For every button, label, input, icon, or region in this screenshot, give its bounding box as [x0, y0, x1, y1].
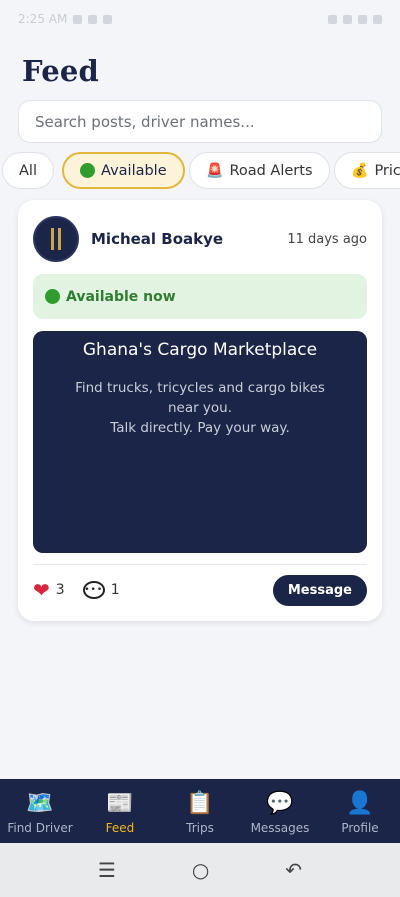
comment-button[interactable]: ••• 1: [82, 581, 120, 599]
green-circle-icon: [80, 163, 95, 178]
back-icon[interactable]: ↶: [285, 858, 302, 882]
bottom-nav: 🗺️ Find Driver 📰 Feed 📋 Trips 💬 Messages…: [0, 779, 400, 843]
status-bar: 2:25 AM: [0, 0, 400, 38]
nav-find-driver[interactable]: 🗺️ Find Driver: [0, 787, 80, 835]
wifi-icon: [343, 14, 352, 24]
speech-bubble-icon: 💬: [266, 791, 294, 816]
nav-feed[interactable]: 📰 Feed: [80, 787, 160, 835]
newspaper-icon: 📰: [106, 791, 134, 816]
logo-mark: [58, 228, 61, 250]
system-navigation-bar: ☰ ○ ↶: [0, 843, 400, 897]
nav-label: Profile: [341, 821, 379, 835]
media-title: Ghana's Cargo Marketplace: [82, 340, 318, 360]
clipboard-icon: 📋: [186, 791, 214, 816]
siren-icon: 🚨: [206, 162, 224, 179]
filter-chip-all[interactable]: All: [2, 152, 54, 189]
heart-icon: ❤: [33, 578, 50, 602]
avatar[interactable]: [33, 216, 79, 262]
chip-label: Road Alerts: [229, 162, 313, 179]
divider: [33, 564, 367, 565]
search-input[interactable]: [35, 112, 365, 131]
nav-label: Messages: [250, 821, 310, 835]
post-author[interactable]: Micheal Boakye: [91, 230, 287, 248]
message-button[interactable]: Message: [272, 574, 367, 606]
signal-icon: [358, 14, 367, 24]
filter-chips: All Available 🚨 Road Alerts 💰 Pric: [2, 152, 400, 190]
availability-banner: Available now: [33, 274, 367, 319]
alarm-icon: [328, 14, 337, 24]
media-body: Find trucks, tricycles and cargo bikes n…: [33, 378, 367, 438]
notification-icon: [103, 14, 113, 24]
green-circle-icon: [45, 289, 60, 304]
recents-icon[interactable]: ☰: [98, 858, 116, 882]
speech-bubble-icon: •••: [82, 581, 105, 599]
chip-label: All: [19, 162, 37, 179]
filter-chip-prices[interactable]: 💰 Pric: [334, 152, 400, 189]
post-media[interactable]: Ghana's Cargo Marketplace Find trucks, t…: [33, 331, 367, 553]
nav-label: Find Driver: [7, 821, 73, 835]
search-bar[interactable]: [18, 100, 382, 143]
page-title: Feed: [22, 54, 99, 88]
filter-chip-available[interactable]: Available: [62, 152, 185, 189]
like-button[interactable]: ❤ 3: [33, 580, 65, 600]
post-card[interactable]: Micheal Boakye 11 days ago Available now…: [18, 200, 382, 621]
nav-label: Feed: [105, 821, 135, 835]
media-line: Find trucks, tricycles and cargo bikes n…: [75, 380, 325, 416]
filter-chip-road-alerts[interactable]: 🚨 Road Alerts: [189, 152, 330, 189]
post-time: 11 days ago: [287, 231, 367, 247]
nav-profile[interactable]: 👤 Profile: [320, 787, 400, 835]
notification-icon: [73, 14, 83, 24]
nav-trips[interactable]: 📋 Trips: [160, 787, 240, 835]
nav-label: Trips: [186, 821, 214, 835]
battery-icon: [373, 14, 382, 24]
availability-text: Available now: [66, 288, 176, 305]
status-time: 2:25 AM: [18, 12, 68, 26]
chip-label: Pric: [374, 162, 400, 179]
map-icon: 🗺️: [26, 791, 54, 816]
user-icon: 👤: [346, 791, 374, 816]
chip-label: Available: [101, 162, 167, 179]
post-actions: ❤ 3 ••• 1 Message: [33, 574, 367, 606]
money-bag-icon: 💰: [351, 162, 369, 179]
like-count: 3: [55, 582, 65, 598]
media-line: Talk directly. Pay your way.: [110, 420, 290, 436]
comment-count: 1: [110, 582, 120, 598]
home-icon[interactable]: ○: [192, 858, 209, 882]
post-header: Micheal Boakye 11 days ago: [33, 216, 367, 262]
logo-mark: [51, 228, 54, 250]
notification-icon: [88, 14, 98, 24]
nav-messages[interactable]: 💬 Messages: [240, 787, 320, 835]
